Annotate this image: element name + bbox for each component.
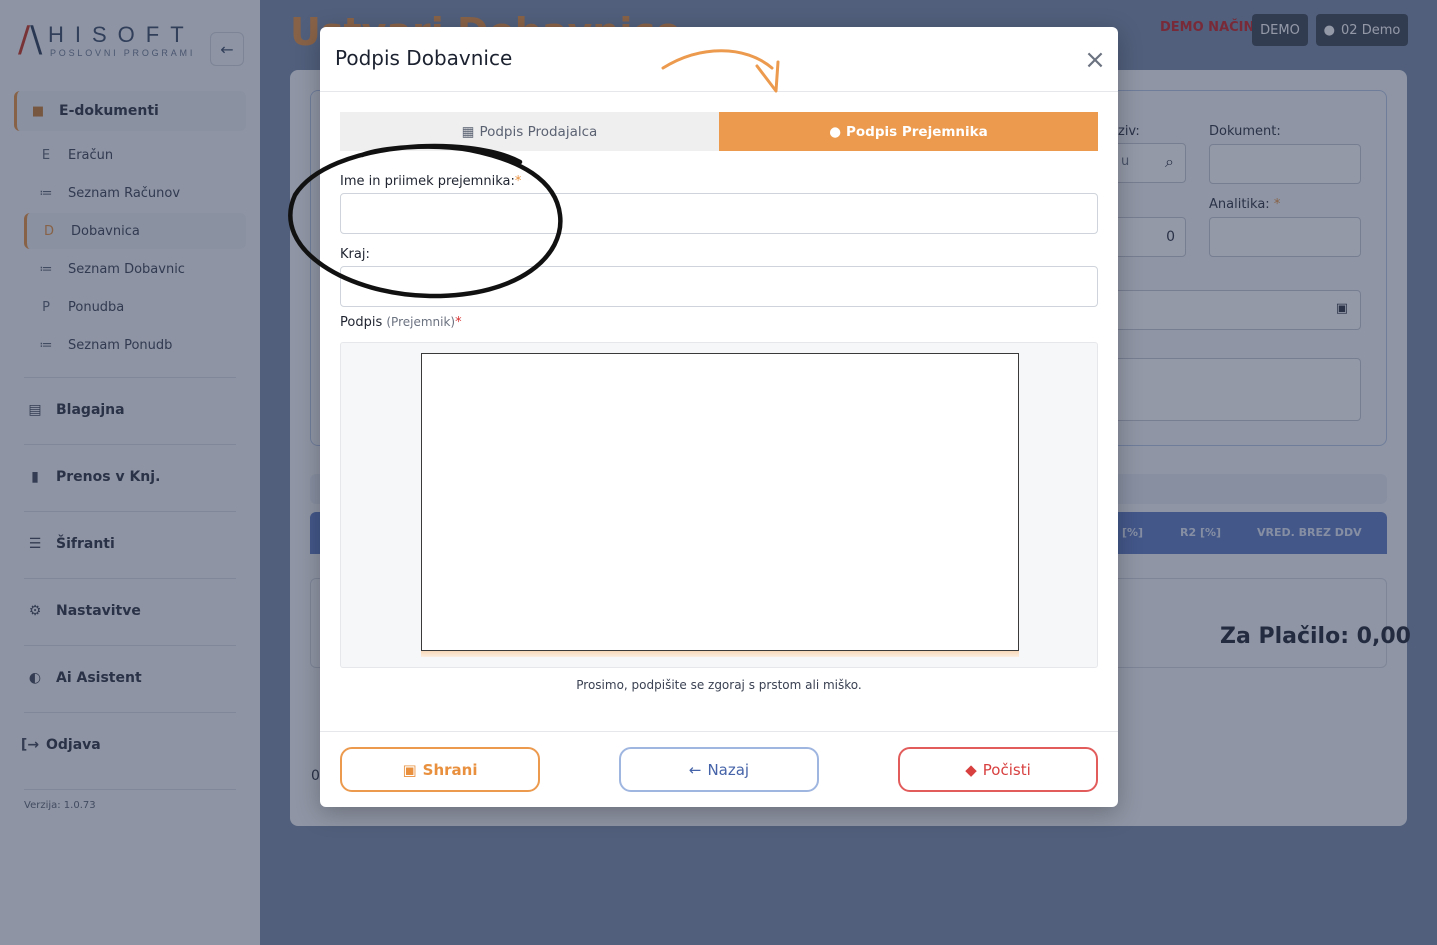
receiver-name-input[interactable] [340,193,1098,234]
modal-title: Podpis Dobavnice [335,46,513,70]
signature-hint: Prosimo, podpišite se zgoraj s prstom al… [576,678,862,692]
tab-seller-signature[interactable]: ▦ Podpis Prodajalca [340,112,719,151]
tab-label: Podpis Prejemnika [846,123,988,140]
signature-label-text: Podpis [340,315,383,330]
required-marker: * [455,315,462,330]
save-button-label: Shrani [422,760,478,779]
place-input[interactable] [340,266,1098,307]
back-button[interactable]: ← Nazaj [619,747,819,792]
user-icon: ● [829,123,842,140]
receiver-name-label: Ime in priimek prejemnika:* [340,174,521,189]
save-button[interactable]: ▣ Shrani [340,747,540,792]
place-label: Kraj: [340,247,370,262]
clear-button[interactable]: ◆ Počisti [898,747,1098,792]
signature-area [340,342,1098,668]
close-button[interactable]: × [1082,47,1108,73]
back-button-label: Nazaj [707,760,750,779]
clear-button-label: Počisti [982,760,1031,779]
modal-header-divider [320,91,1118,92]
arrow-left-icon: ← [688,760,702,779]
floppy-disk-icon: ▣ [402,760,417,779]
signature-modal: Podpis Dobavnice × ▦ Podpis Prodajalca ●… [320,27,1118,807]
signature-label: Podpis (Prejemnik)* [340,315,462,330]
close-icon: × [1084,45,1106,75]
signature-sublabel: (Prejemnik) [386,315,456,329]
signature-canvas[interactable] [421,353,1019,651]
building-icon: ▦ [461,123,475,140]
required-marker: * [514,174,522,189]
eraser-icon: ◆ [965,760,977,779]
receiver-name-label-text: Ime in priimek prejemnika: [340,174,515,189]
tab-receiver-signature[interactable]: ● Podpis Prejemnika [719,112,1098,151]
modal-footer-divider [320,731,1118,732]
tab-label: Podpis Prodajalca [479,123,598,140]
signature-underline [421,651,1019,657]
